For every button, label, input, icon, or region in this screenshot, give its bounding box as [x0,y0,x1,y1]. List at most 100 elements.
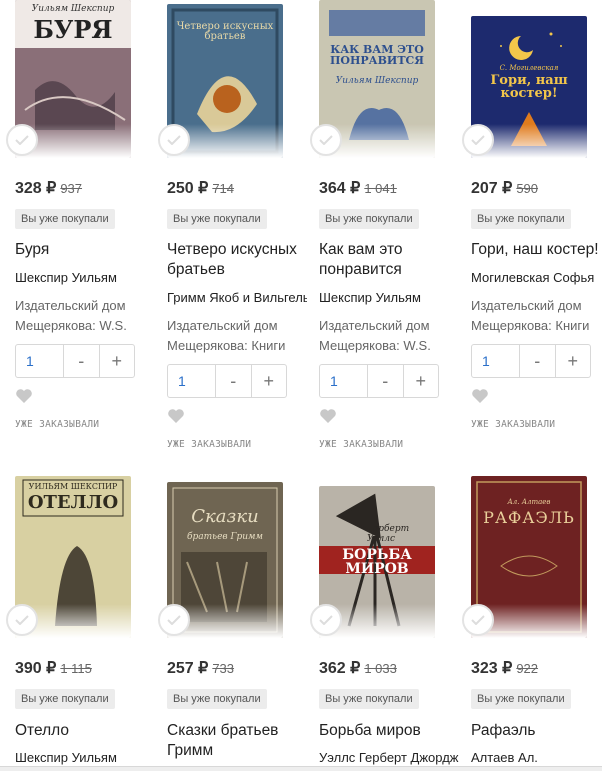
purchased-badge: Вы уже покупали [471,209,571,229]
old-price: 1 115 [60,661,92,676]
book-title[interactable]: Как вам это понравится [319,240,459,280]
current-price: 207 ₽ [471,180,513,197]
cover-title: РАФАЭЛЬ [483,508,575,527]
check-icon [15,615,29,625]
price: 257 ₽733 [167,658,234,678]
current-price: 390 ₽ [15,660,57,677]
quantity-input[interactable]: 1 [320,365,368,397]
book-title[interactable]: Отелло [15,721,155,741]
book-title[interactable]: Сказки братьев Гримм [167,721,307,761]
current-price: 364 ₽ [319,180,361,197]
scroll-divider [0,766,602,771]
heart-icon[interactable] [15,388,33,404]
quantity-stepper[interactable]: 1 - + [319,364,439,398]
price: 207 ₽590 [471,178,538,198]
quantity-input[interactable]: 1 [472,345,520,377]
purchased-badge: Вы уже покупали [167,209,267,229]
purchased-badge: Вы уже покупали [15,689,115,709]
current-price: 362 ₽ [319,660,361,677]
old-price: 1 041 [364,181,397,196]
heart-icon[interactable] [167,408,185,424]
price: 364 ₽1 041 [319,178,397,198]
check-icon [15,135,29,145]
book-author[interactable]: Алтаев Ал. [471,750,602,765]
cover-author: Уильям Шекспир [335,76,419,86]
already-ordered-label: УЖЕ ЗАКАЗЫВАЛИ [471,419,556,430]
select-checkbox[interactable] [310,124,342,156]
check-icon [471,135,485,145]
select-checkbox[interactable] [310,604,342,636]
book-author[interactable]: Уэллс Герберт Джордж [319,750,459,765]
select-checkbox[interactable] [462,124,494,156]
select-checkbox[interactable] [158,604,190,636]
decrease-button[interactable]: - [216,365,252,397]
purchased-badge: Вы уже покупали [15,209,115,229]
book-author[interactable]: Шекспир Уильям [15,750,155,765]
old-price: 1 033 [364,661,397,676]
heart-icon[interactable] [471,388,489,404]
book-publisher: Издательский дом Мещерякова: Книги [167,318,286,353]
price: 323 ₽922 [471,658,538,678]
current-price: 323 ₽ [471,660,513,677]
purchased-badge: Вы уже покупали [471,689,571,709]
check-icon [319,615,333,625]
book-author[interactable]: Шекспир Уильям [319,290,459,305]
cover-title: БОРЬБА МИРОВ [342,547,412,577]
purchased-badge: Вы уже покупали [319,209,419,229]
cover-title: Сказки [191,506,259,527]
quantity-input[interactable]: 1 [168,365,216,397]
heart-icon[interactable] [319,408,337,424]
old-price: 590 [516,181,539,196]
cover-author: УИЛЬЯМ ШЕКСПИР [28,482,118,491]
book-title[interactable]: Четверо искусных братьев [167,240,307,280]
select-checkbox[interactable] [158,124,190,156]
check-icon [319,135,333,145]
already-ordered-label: УЖЕ ЗАКАЗЫВАЛИ [167,439,252,450]
purchased-badge: Вы уже покупали [167,689,267,709]
cover-title: Гори, наш костер! [490,73,568,101]
cover-title: КАК ВАМ ЭТО ПОНРАВИТСЯ [330,43,424,67]
current-price: 250 ₽ [167,180,209,197]
select-checkbox[interactable] [462,604,494,636]
price: 390 ₽1 115 [15,658,92,678]
decrease-button[interactable]: - [64,345,100,377]
current-price: 257 ₽ [167,660,209,677]
old-price: 922 [516,661,539,676]
increase-button[interactable]: + [556,345,591,377]
cover-title: ОТЕЛЛО [27,492,119,513]
quantity-stepper[interactable]: 1 - + [167,364,287,398]
old-price: 733 [212,661,235,676]
price: 250 ₽714 [167,178,234,198]
book-publisher: Издательский дом Мещерякова: W.S. [15,298,127,333]
decrease-button[interactable]: - [520,345,556,377]
quantity-input[interactable]: 1 [16,345,64,377]
cover-author: Уильям Шекспир [31,4,115,14]
select-checkbox[interactable] [6,604,38,636]
book-title[interactable]: Рафаэль [471,721,602,741]
select-checkbox[interactable] [6,124,38,156]
already-ordered-label: УЖЕ ЗАКАЗЫВАЛИ [15,419,100,430]
book-author[interactable]: Гримм Якоб и Вильгельм [167,290,307,305]
book-title[interactable]: Гори, наш костер! [471,240,602,260]
book-author[interactable]: Могилевская Софья [471,270,602,285]
check-icon [167,615,181,625]
check-icon [167,135,181,145]
quantity-stepper[interactable]: 1 - + [15,344,135,378]
increase-button[interactable]: + [252,365,287,397]
cover-author: Ал. Алтаев [507,498,551,506]
increase-button[interactable]: + [100,345,135,377]
cover-author: Герберт Уэллс [367,524,410,544]
book-title[interactable]: Борьба миров [319,721,459,741]
book-title[interactable]: Буря [15,240,155,260]
book-author[interactable]: Шекспир Уильям [15,270,155,285]
cover-author: братьев Гримм [187,532,263,542]
quantity-stepper[interactable]: 1 - + [471,344,591,378]
purchased-badge: Вы уже покупали [319,689,419,709]
book-publisher: Издательский дом Мещерякова: W.S. [319,318,431,353]
decrease-button[interactable]: - [368,365,404,397]
current-price: 328 ₽ [15,180,57,197]
price: 362 ₽1 033 [319,658,397,678]
increase-button[interactable]: + [404,365,439,397]
book-publisher: Издательский дом Мещерякова: Книги [471,298,590,333]
price: 328 ₽937 [15,178,82,198]
